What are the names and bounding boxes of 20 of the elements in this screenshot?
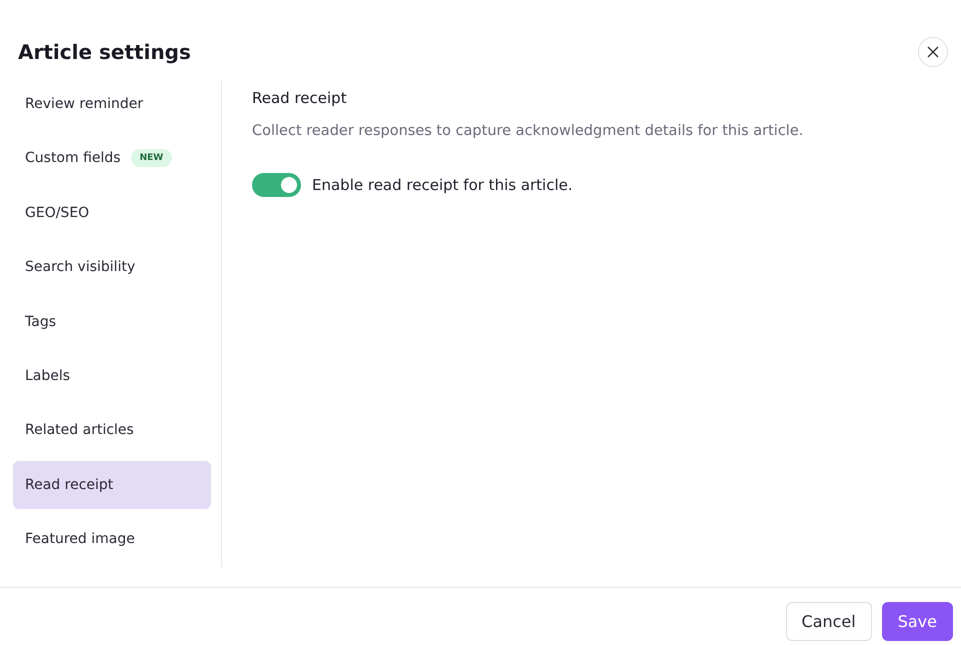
new-badge: NEW (130, 149, 172, 168)
sidebar-item[interactable]: Search visibility (13, 243, 211, 292)
save-button[interactable]: Save (882, 602, 953, 641)
cancel-button[interactable]: Cancel (786, 602, 872, 641)
section-heading: Read receipt (252, 89, 348, 107)
sidebar-item[interactable]: Related articles (13, 406, 211, 454)
sidebar-item[interactable]: Featured image (13, 515, 211, 564)
section-description: Collect reader responses to capture acknowledgment details for this article. (252, 123, 804, 139)
sidebar-item[interactable]: Review reminder (13, 80, 211, 128)
sidebar-item[interactable]: Tags (13, 298, 211, 346)
sidebar-item-label: Custom fields (25, 150, 121, 166)
sidebar-item[interactable]: Read receipt (13, 460, 211, 509)
toggle-label: Enable read receipt for this article. (312, 176, 573, 194)
sidebar-item[interactable]: Custom fields NEW (13, 134, 211, 182)
toggle-switch[interactable] (252, 173, 301, 197)
close-button[interactable] (918, 37, 948, 67)
close-icon (927, 46, 939, 58)
dialog-title: Article settings (18, 40, 191, 64)
sidebar-item[interactable]: Labels (13, 352, 211, 400)
sidebar-item[interactable]: GEO/SEO (13, 188, 211, 237)
